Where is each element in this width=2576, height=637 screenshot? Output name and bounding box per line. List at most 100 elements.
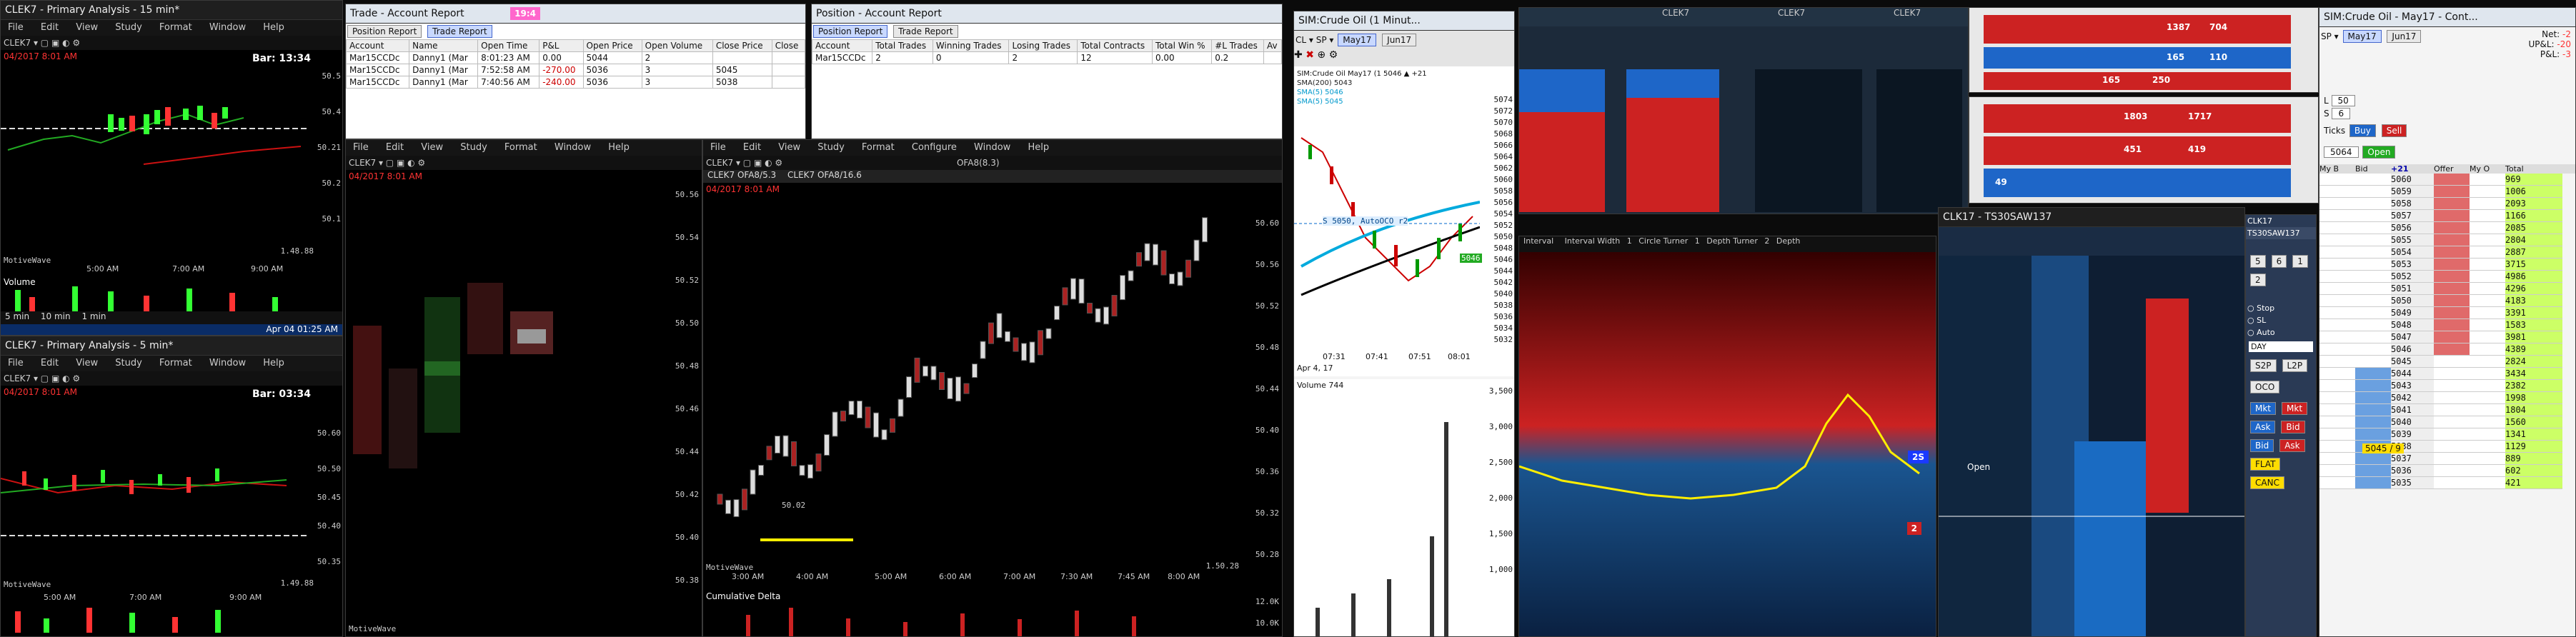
ladder-cell[interactable] — [2470, 356, 2505, 368]
ladder-row[interactable]: 5036 602 — [2319, 465, 2575, 477]
ladder-total[interactable]: 2382 — [2505, 380, 2562, 392]
table-row[interactable]: Mar15CCDc 2 0 2 12 0.00 0.2 — [812, 51, 1282, 64]
ladder-total[interactable]: 2887 — [2505, 246, 2562, 259]
ladder-cell[interactable] — [2434, 331, 2470, 343]
ladder-cell[interactable] — [2319, 380, 2355, 392]
month-button[interactable]: May17 — [2342, 30, 2382, 43]
ladder-cell[interactable] — [2319, 259, 2355, 271]
ladder-row[interactable]: 5040 1560 — [2319, 416, 2575, 428]
ladder-cell[interactable] — [2470, 416, 2505, 428]
ladder-total[interactable]: 4296 — [2505, 283, 2562, 295]
ladder-cell[interactable] — [2355, 428, 2391, 441]
tab-10min[interactable]: 10 min — [41, 311, 71, 321]
ladder-cell[interactable] — [2470, 222, 2505, 234]
price-field[interactable]: 5064 — [2324, 146, 2359, 158]
ladder-cell[interactable] — [2470, 307, 2505, 319]
menu-help[interactable]: Help — [1028, 142, 1049, 153]
menu-edit[interactable]: Edit — [743, 142, 761, 153]
ladder-cell[interactable] — [2470, 380, 2505, 392]
ladder-cell[interactable] — [2434, 271, 2470, 283]
ladder-row[interactable]: 50381129 — [2319, 441, 2575, 453]
ladder-cell[interactable] — [2470, 198, 2505, 210]
oco-button[interactable]: OCO — [2250, 381, 2280, 393]
menu-format[interactable]: Format — [159, 22, 192, 33]
menu-help[interactable]: Help — [263, 358, 284, 368]
ladder-total[interactable]: 1583 — [2505, 319, 2562, 331]
ladder-cell[interactable] — [2434, 246, 2470, 259]
cancel-button[interactable]: CANC — [2250, 476, 2284, 489]
ladder-cell[interactable] — [2355, 246, 2391, 259]
tab-position-report[interactable]: Position Report — [347, 25, 422, 38]
ladder-total[interactable]: 3391 — [2505, 307, 2562, 319]
ladder-cell[interactable] — [2470, 392, 2505, 404]
menu-view[interactable]: View — [76, 22, 98, 33]
ladder-cell[interactable] — [2355, 465, 2391, 477]
menu-configure[interactable]: Configure — [912, 142, 957, 153]
ladder-total[interactable]: 421 — [2505, 477, 2562, 489]
column-header[interactable]: Close — [771, 39, 805, 52]
ladder-total[interactable]: 969 — [2505, 174, 2562, 186]
ladder-cell[interactable] — [2470, 210, 2505, 222]
ladder-cell[interactable] — [2434, 380, 2470, 392]
symbol-field[interactable]: CL — [1296, 35, 1306, 45]
table-row[interactable]: Mar15CCDc Danny1 (Mar 8:01:23 AM 0.00 5044 2 — [346, 51, 805, 64]
sell-bid-button[interactable]: Bid — [2281, 421, 2305, 433]
menu-file[interactable]: File — [710, 142, 726, 153]
stop-option[interactable]: ○ Stop — [2246, 302, 2316, 314]
ladder-row[interactable]: 5054 2887 — [2319, 246, 2575, 259]
ladder-cell[interactable] — [2470, 368, 2505, 380]
ladder-cell[interactable] — [2434, 465, 2470, 477]
tab-trade-report[interactable]: Trade Report — [427, 25, 492, 38]
ladder-cell[interactable] — [2355, 331, 2391, 343]
ladder-row[interactable]: 5049 3391 — [2319, 307, 2575, 319]
circle-turner-value[interactable]: 1 — [1695, 236, 1700, 246]
sell-button[interactable]: Sell — [2381, 124, 2407, 137]
ladder-row[interactable]: 5059 1006 — [2319, 186, 2575, 198]
qty-6-button[interactable]: 6 — [2271, 255, 2287, 268]
tab-5min[interactable]: 5 min — [5, 311, 29, 321]
column-header[interactable]: Name — [409, 39, 479, 52]
long-qty[interactable]: 50 — [2331, 95, 2355, 106]
qty-1-button[interactable]: 1 — [2292, 255, 2308, 268]
ladder-cell[interactable] — [2355, 210, 2391, 222]
ladder-total[interactable]: 1166 — [2505, 210, 2562, 222]
ladder-total[interactable]: 4389 — [2505, 343, 2562, 356]
ladder-cell[interactable] — [2470, 259, 2505, 271]
column-header[interactable]: Total Win % — [1151, 39, 1213, 52]
ladder-cell[interactable] — [2434, 259, 2470, 271]
ladder-cell[interactable] — [2319, 441, 2355, 453]
circle-turner-label[interactable]: Circle Turner — [1638, 236, 1688, 246]
ladder-cell[interactable] — [2434, 198, 2470, 210]
ladder-cell[interactable] — [2434, 392, 2470, 404]
column-header[interactable]: Open Volume — [641, 39, 713, 52]
ladder-cell[interactable] — [2470, 465, 2505, 477]
ladder-cell[interactable] — [2319, 295, 2355, 307]
open-button[interactable]: Open — [2362, 146, 2396, 159]
depth-turner-label[interactable]: Depth Turner — [1706, 236, 1758, 246]
qty-2-button[interactable]: 2 — [2250, 274, 2266, 286]
menu-window[interactable]: Window — [209, 22, 246, 33]
study-label[interactable]: OFA8(8.3) — [957, 158, 1000, 168]
tab-chart-2[interactable]: CLEK7 OFA8/16.6 — [787, 170, 862, 180]
ladder-cell[interactable] — [2355, 392, 2391, 404]
ladder-total[interactable]: 602 — [2505, 465, 2562, 477]
ladder-cell[interactable] — [2470, 404, 2505, 416]
ladder-total[interactable]: 2085 — [2505, 222, 2562, 234]
ladder-row[interactable]: 5044 3434 — [2319, 368, 2575, 380]
ladder-row[interactable]: 5057 1166 — [2319, 210, 2575, 222]
column-header[interactable]: Account — [346, 39, 410, 52]
ladder-row[interactable]: 5043 2382 — [2319, 380, 2575, 392]
ladder-cell[interactable] — [2470, 319, 2505, 331]
ladder-total[interactable]: 1129 — [2505, 441, 2562, 453]
ladder-cell[interactable] — [2434, 222, 2470, 234]
ladder-cell[interactable] — [2434, 307, 2470, 319]
symbol-label[interactable]: CLEK7 — [349, 158, 376, 168]
s2p-button[interactable]: S2P — [2250, 359, 2277, 372]
ladder-row[interactable]: 5048 1583 — [2319, 319, 2575, 331]
ladder-cell[interactable] — [2319, 234, 2355, 246]
table-row[interactable]: Mar15CCDc Danny1 (Mar 7:40:56 AM -240.00 503… — [346, 76, 805, 89]
column-header[interactable]: Open Price — [582, 39, 642, 52]
ladder-total[interactable]: 4183 — [2505, 295, 2562, 307]
ladder-total[interactable]: 1006 — [2505, 186, 2562, 198]
ladder-total[interactable]: 2824 — [2505, 356, 2562, 368]
